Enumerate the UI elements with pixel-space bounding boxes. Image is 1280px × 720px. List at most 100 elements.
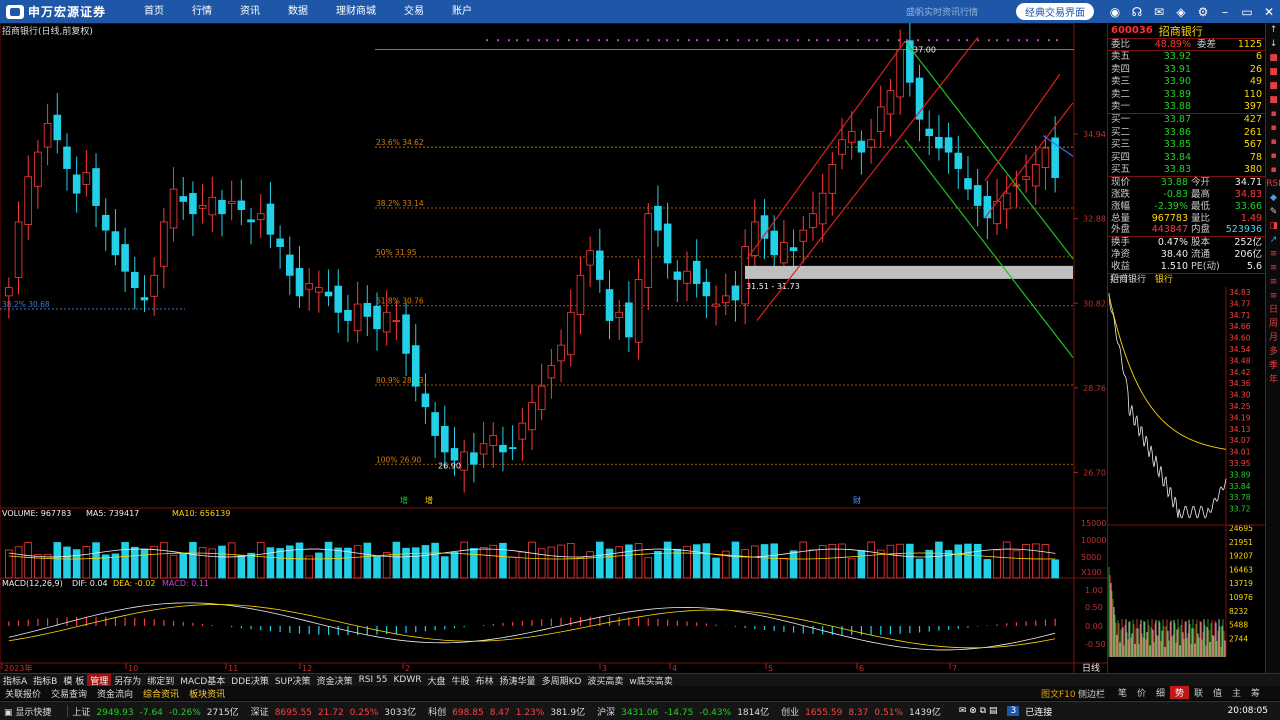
indicator-tab[interactable]: DDE决策 (228, 674, 272, 687)
mini-chart-tag[interactable]: 银行 (1155, 275, 1173, 285)
headset-icon[interactable]: ☊ (1126, 5, 1148, 19)
nav-quotes[interactable]: 行情 (178, 0, 226, 23)
macd-value: MACD: 0.11 (162, 579, 209, 588)
info-tab[interactable]: 资金流向 (92, 687, 138, 700)
panel-switch-tab[interactable]: 主 (1227, 686, 1246, 699)
signal-dot (1018, 39, 1020, 42)
alert-icon[interactable]: ✉ ⊗ ⧉ ▤ (959, 706, 998, 716)
indicator-tab[interactable]: 管理 (87, 673, 112, 687)
indicator-tab[interactable]: SUP决策 (272, 674, 314, 687)
indicator-tab[interactable]: KDWR (391, 675, 425, 685)
indicator-tab[interactable]: 多周期KD (539, 674, 585, 687)
intraday-mini-chart[interactable]: 34.83 34.77 34.71 34.66 34.60 34.54 34.48 34.42… (1108, 286, 1265, 657)
side-tool-icon[interactable]: ≡ (1266, 247, 1280, 261)
panel-switch-tab[interactable]: 势 (1170, 686, 1189, 699)
indicator-tab[interactable]: 扬涛华量 (497, 674, 539, 687)
indicator-tab[interactable]: 牛股 (449, 674, 473, 687)
nav-trade[interactable]: 交易 (390, 0, 438, 23)
side-tool-icon[interactable]: 月 (1266, 331, 1280, 345)
candle-body (479, 443, 488, 455)
panel-switch-tab[interactable]: 值 (1208, 686, 1227, 699)
side-tool-icon[interactable]: ▪ (1266, 163, 1280, 177)
side-tool-icon[interactable]: ◆ (1266, 191, 1280, 205)
info-tab[interactable]: 板块资讯 (184, 687, 230, 700)
settings-icon[interactable]: ⚙ (1192, 5, 1214, 19)
nav-home[interactable]: 首页 (130, 0, 178, 23)
nav-account[interactable]: 账户 (438, 0, 486, 23)
side-tool-icon[interactable]: ■ (1266, 65, 1280, 79)
money-icon[interactable]: ◉ (1104, 5, 1126, 19)
shortcut-toggle[interactable]: ▣ 显示快捷 (4, 705, 57, 718)
side-tool-icon[interactable]: RSI (1266, 177, 1280, 191)
side-tool-icon[interactable]: ▪ (1266, 107, 1280, 121)
indicator-tab[interactable]: 大盘 (425, 674, 449, 687)
nav-data[interactable]: 数据 (274, 0, 322, 23)
side-tool-icon[interactable]: ✎ (1266, 205, 1280, 219)
side-tool-icon[interactable]: ◨ (1266, 219, 1280, 233)
skin-icon[interactable]: ◈ (1170, 5, 1192, 19)
indicator-tab[interactable]: w底买高卖 (626, 674, 675, 687)
side-tool-icon[interactable]: ↓ (1266, 37, 1280, 51)
index-quote[interactable]: 上证 2949.93 -7.64 -0.26% 2715亿 (72, 705, 244, 718)
indicator-tab[interactable]: 指标A (0, 674, 30, 687)
classic-trade-button[interactable]: 经典交易界面 (1016, 3, 1094, 20)
panel-switch-tab[interactable]: 价 (1132, 686, 1151, 699)
kline-chart-svg[interactable]: 34.94 32.88 30.82 28.76 26.70 23.6% 34.62 38.2… (0, 23, 1107, 675)
volume-bar (344, 547, 352, 579)
stat-value: 206亿 (1234, 249, 1262, 261)
index-name: 上证 (72, 707, 91, 718)
stat-label: 涨幅 (1111, 200, 1131, 212)
indicator-tab[interactable]: 波买高卖 (584, 674, 626, 687)
side-tool-icon[interactable]: 年 (1266, 373, 1280, 387)
broker-logo[interactable]: 申万宏源证券 (0, 3, 120, 20)
side-tool-strip: ↑ ↓ ■ ■ ■ ■ ▪ ▪ ▪ ▪ ▪ RSI ◆ ✎ ◨ ↗ ≡ ≡ ≡ ≡ 日周月多季年 (1265, 23, 1280, 675)
info-tab[interactable]: 关联报价 (0, 687, 46, 700)
side-tool-icon[interactable]: ■ (1266, 79, 1280, 93)
nav-wealth-mall[interactable]: 理财商城 (322, 0, 390, 23)
indicator-tab[interactable]: 资金决策 (314, 674, 356, 687)
panel-switch-tab[interactable]: 笔 (1113, 686, 1132, 699)
f10-link[interactable]: 图文F10 (1041, 687, 1076, 700)
index-quote[interactable]: 创业 1655.59 8.37 0.51% 1439亿 (781, 705, 947, 718)
minimize-icon[interactable]: – (1214, 5, 1236, 19)
nav-news[interactable]: 资讯 (226, 0, 274, 23)
indicator-tab[interactable]: 布林 (473, 674, 497, 687)
indicator-tab[interactable]: 绑定到 (144, 674, 177, 687)
side-tool-icon[interactable]: ≡ (1266, 261, 1280, 275)
indicator-tab[interactable]: RSI 55 (356, 675, 391, 685)
panel-switch-tab[interactable]: 筹 (1246, 686, 1265, 699)
indicator-tab[interactable]: 另存为 (111, 674, 144, 687)
side-tool-icon[interactable]: ↗ (1266, 233, 1280, 247)
index-quote[interactable]: 科创 698.85 8.47 1.23% 381.9亿 (428, 705, 591, 718)
side-tool-icon[interactable]: ■ (1266, 51, 1280, 65)
kline-chart-area[interactable]: 34.94 32.88 30.82 28.76 26.70 23.6% 34.62 38.2… (0, 23, 1107, 675)
index-quote[interactable]: 深证 8695.55 21.72 0.25% 3033亿 (251, 705, 423, 718)
side-tool-icon[interactable]: 季 (1266, 359, 1280, 373)
info-tab[interactable]: 综合资讯 (138, 687, 184, 700)
side-tool-icon[interactable]: ▪ (1266, 135, 1280, 149)
indicator-tab[interactable]: 指标B (30, 674, 60, 687)
side-tool-icon[interactable]: ■ (1266, 93, 1280, 107)
volume-bar (499, 542, 507, 579)
side-tool-icon[interactable]: 周 (1266, 317, 1280, 331)
candle-body (838, 139, 846, 155)
side-tool-icon[interactable]: ↑ (1266, 23, 1280, 37)
close-icon[interactable]: ✕ (1258, 5, 1280, 19)
side-tool-icon[interactable]: ▪ (1266, 121, 1280, 135)
panel-switch-tab[interactable]: 联 (1189, 686, 1208, 699)
maximize-icon[interactable]: ▭ (1236, 5, 1258, 19)
indicator-tab[interactable]: MACD基本 (177, 674, 228, 687)
side-tool-icon[interactable]: 多 (1266, 345, 1280, 359)
candle-body (441, 425, 449, 453)
side-tool-icon[interactable]: 日 (1266, 303, 1280, 317)
panel-switch-tab[interactable]: 细 (1151, 686, 1170, 699)
indicator-tab[interactable]: 模 板 (60, 674, 87, 687)
index-quote[interactable]: 沪深 3431.06 -14.75 -0.43% 1814亿 (597, 705, 775, 718)
side-tool-icon[interactable]: ▪ (1266, 149, 1280, 163)
mail-icon[interactable]: ✉ (1148, 5, 1170, 19)
side-tool-icon[interactable]: ≡ (1266, 275, 1280, 289)
side-tool-icon[interactable]: ≡ (1266, 289, 1280, 303)
sidebar-link[interactable]: 侧边栏 (1078, 687, 1105, 700)
info-tab[interactable]: 交易查询 (46, 687, 92, 700)
stat-row: 总量 967783 量比 1.49 (1108, 213, 1265, 225)
